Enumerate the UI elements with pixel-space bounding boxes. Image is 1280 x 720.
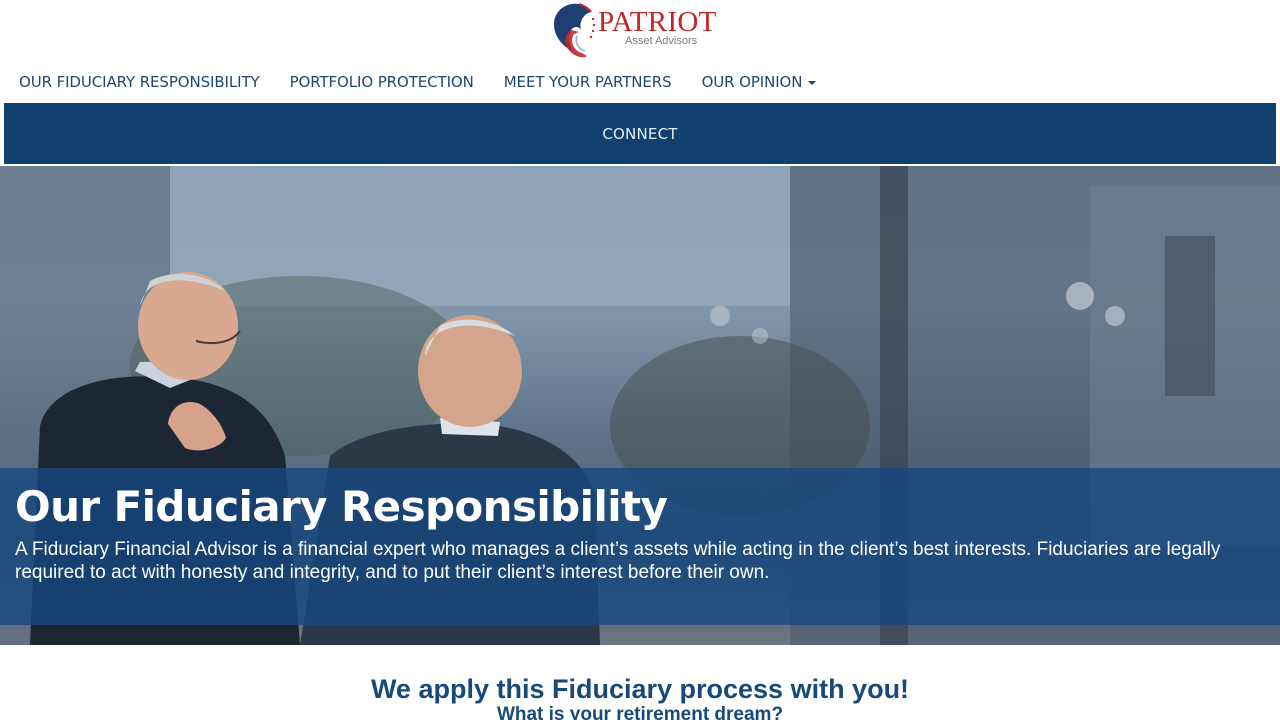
hero-description: A Fiduciary Financial Advisor is a finan…: [15, 539, 1221, 583]
process-heading: We apply this Fiduciary process with you…: [370, 674, 910, 704]
nav-item-portfolio-protection[interactable]: PORTFOLIO PROTECTION: [275, 64, 489, 100]
site-header: PATRIOT Asset Advisors: [0, 0, 1280, 62]
connect-button[interactable]: CONNECT: [4, 103, 1276, 164]
nav-item-meet-partners[interactable]: MEET YOUR PARTNERS: [489, 64, 687, 100]
main-nav: OUR FIDUCIARY RESPONSIBILITY PORTFOLIO P…: [4, 64, 831, 100]
nav-item-our-opinion[interactable]: OUR OPINION: [687, 64, 832, 100]
caret-down-icon: [808, 80, 817, 85]
hero-banner: Our Fiduciary Responsibility A Fiduciary…: [0, 166, 1280, 645]
connect-label: CONNECT: [602, 124, 678, 143]
eagle-flag-icon: [553, 3, 596, 58]
brand-name: PATRIOT: [598, 6, 717, 38]
nav-item-fiduciary[interactable]: OUR FIDUCIARY RESPONSIBILITY: [4, 64, 275, 100]
site-logo[interactable]: PATRIOT Asset Advisors: [549, 0, 733, 60]
brand-tagline: Asset Advisors: [625, 35, 698, 47]
nav-item-our-opinion-label: OUR OPINION: [701, 73, 803, 91]
hero-title: Our Fiduciary Responsibility: [15, 482, 668, 531]
process-subheading: What is your retirement dream?: [496, 704, 784, 720]
